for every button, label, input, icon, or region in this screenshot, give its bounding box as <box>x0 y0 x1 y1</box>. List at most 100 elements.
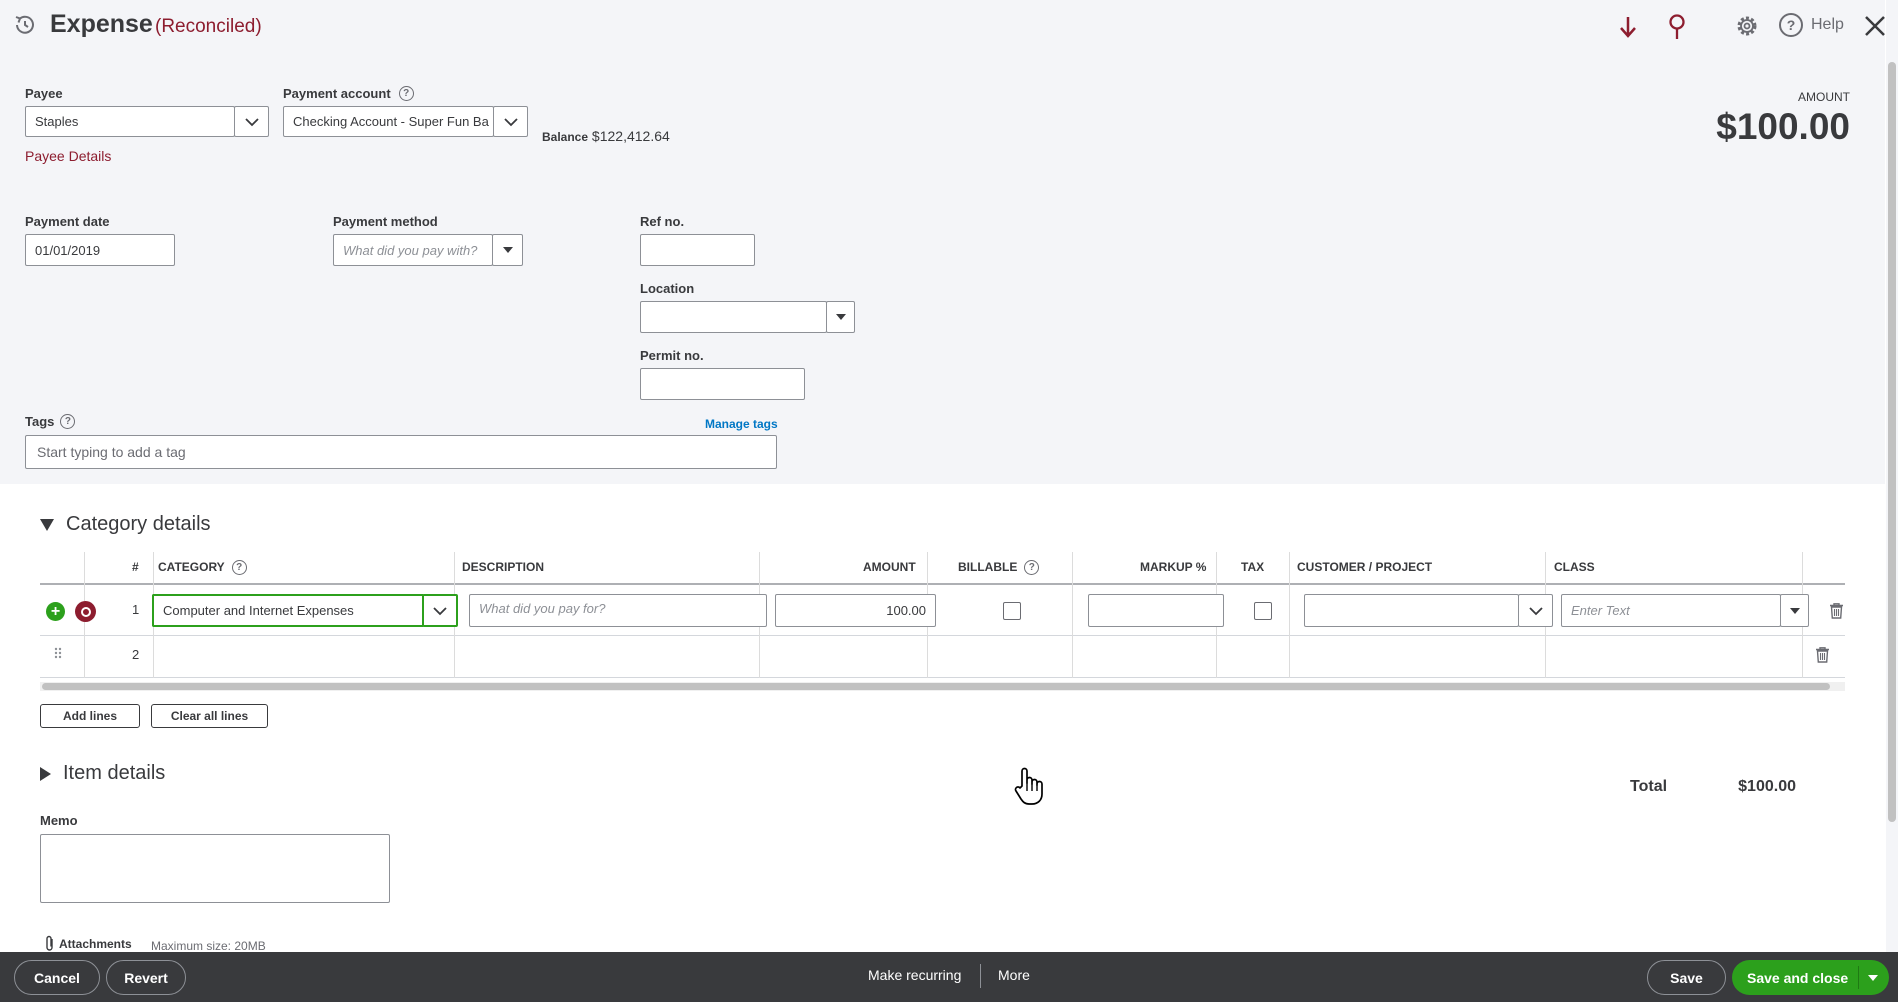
payment-date-input[interactable]: 01/01/2019 <box>25 234 175 266</box>
class-dropdown-button[interactable] <box>1780 594 1809 627</box>
help-label: Help <box>1811 16 1844 33</box>
total-value: $100.00 <box>1738 778 1796 795</box>
help-icon[interactable]: ? <box>231 559 247 575</box>
category-dropdown-button[interactable] <box>422 594 458 627</box>
balance-label: Balance <box>542 130 589 144</box>
tax-checkbox[interactable] <box>1254 602 1272 620</box>
permit-no-label: Permit no. <box>640 348 704 363</box>
payee-details-link[interactable]: Payee Details <box>25 148 111 164</box>
record-icon[interactable] <box>75 601 96 622</box>
close-icon[interactable] <box>1863 14 1887 38</box>
payment-method-input[interactable]: What did you pay with? <box>333 234 493 266</box>
permit-no-input[interactable] <box>640 368 805 400</box>
class-placeholder: Enter Text <box>1571 603 1630 618</box>
column-header-description: DESCRIPTION <box>462 560 545 574</box>
item-details-title: Item details <box>63 762 166 784</box>
chevron-down-icon <box>433 606 447 615</box>
save-button[interactable]: Save <box>1647 960 1726 995</box>
help-icon[interactable]: ? <box>398 86 414 101</box>
item-details-toggle[interactable]: Item details <box>40 762 165 785</box>
payee-dropdown-button[interactable] <box>234 106 269 137</box>
trash-icon[interactable] <box>1830 603 1843 619</box>
save-options-caret-icon[interactable] <box>1868 975 1878 981</box>
column-header-category-text: CATEGORY <box>158 560 225 574</box>
caret-down-icon <box>835 314 846 320</box>
help-icon[interactable]: ? <box>1024 559 1040 575</box>
caret-down-icon <box>502 247 513 253</box>
customer-project-dropdown-button[interactable] <box>1518 594 1553 627</box>
caret-down-icon <box>1789 607 1800 614</box>
clear-all-lines-button[interactable]: Clear all lines <box>151 704 268 728</box>
payment-account-label-text: Payment account <box>283 86 391 101</box>
status-label: (Reconciled) <box>155 16 262 37</box>
save-and-close-label: Save and close <box>1747 969 1849 986</box>
location-input[interactable] <box>640 301 827 333</box>
help-icon[interactable]: ? <box>60 414 76 429</box>
column-header-category: CATEGORY ? <box>158 552 247 582</box>
payment-method-dropdown-button[interactable] <box>492 234 523 266</box>
drag-handle-icon[interactable] <box>53 647 65 661</box>
add-row-icon[interactable]: + <box>46 602 65 621</box>
scrollbar-thumb[interactable] <box>1888 62 1896 822</box>
amount-input[interactable]: 100.00 <box>775 594 936 627</box>
help-button[interactable]: ? Help <box>1779 13 1844 37</box>
payment-method-placeholder: What did you pay with? <box>343 242 478 258</box>
memo-label: Memo <box>40 813 78 828</box>
revert-button[interactable]: Revert <box>106 960 186 995</box>
scrollbar-thumb[interactable] <box>42 683 1830 690</box>
hand-cursor-icon <box>1013 766 1047 806</box>
payment-account-input[interactable]: Checking Account - Super Fun Ba <box>283 106 494 137</box>
customer-project-input[interactable] <box>1304 594 1519 627</box>
column-header-markup: MARKUP % <box>1140 560 1207 574</box>
total-label: Total <box>1630 778 1668 795</box>
triangle-down-icon <box>40 518 54 531</box>
tags-label: Tags ? <box>25 414 76 429</box>
download-arrow-icon[interactable] <box>1616 14 1640 40</box>
ref-no-input[interactable] <box>640 234 755 266</box>
billable-checkbox[interactable] <box>1003 602 1021 620</box>
description-input[interactable]: What did you pay for? <box>469 594 767 627</box>
category-details-title: Category details <box>66 513 211 535</box>
more-button[interactable]: More <box>998 967 1030 983</box>
column-header-billable: BILLABLE ? <box>958 552 1040 582</box>
column-header-class: CLASS <box>1554 560 1595 574</box>
markup-input[interactable] <box>1088 594 1224 627</box>
trash-icon[interactable] <box>1816 647 1829 663</box>
triangle-right-icon <box>40 766 51 781</box>
column-header-amount: AMOUNT <box>863 560 916 574</box>
balance-display: Balance $122,412.64 <box>542 128 670 144</box>
save-and-close-button[interactable]: Save and close <box>1732 960 1889 995</box>
attachments-max-size: Maximum size: 20MB <box>151 939 266 953</box>
history-icon[interactable] <box>12 12 38 38</box>
add-lines-button[interactable]: Add lines <box>40 704 140 728</box>
balance-value: $122,412.64 <box>591 128 670 144</box>
category-details-toggle[interactable]: Category details <box>40 513 211 536</box>
row-number: 1 <box>132 602 140 617</box>
row-number: 2 <box>132 647 140 662</box>
page-title: Expense <box>50 10 153 38</box>
column-header-num: # <box>132 560 139 574</box>
table-horizontal-scrollbar[interactable] <box>40 682 1845 691</box>
column-header-customer: CUSTOMER / PROJECT <box>1297 560 1433 574</box>
payee-input[interactable]: Staples <box>25 106 235 137</box>
page-vertical-scrollbar[interactable] <box>1886 0 1898 952</box>
location-dropdown-button[interactable] <box>826 301 855 333</box>
attachments-label: Attachments <box>59 936 132 951</box>
category-input[interactable]: Computer and Internet Expenses <box>152 594 423 627</box>
amount-summary-value: $100.00 <box>1716 106 1850 147</box>
gear-icon[interactable] <box>1734 13 1760 39</box>
memo-textarea[interactable] <box>40 834 390 903</box>
manage-tags-link[interactable]: Manage tags <box>705 417 778 431</box>
chevron-down-icon <box>244 117 259 126</box>
class-input[interactable]: Enter Text <box>1561 594 1781 627</box>
tags-input[interactable]: Start typing to add a tag <box>25 435 777 469</box>
location-pin-icon[interactable] <box>1666 13 1688 41</box>
paperclip-icon <box>46 935 53 951</box>
payment-date-label: Payment date <box>25 214 110 229</box>
make-recurring-button[interactable]: Make recurring <box>868 967 961 983</box>
location-label: Location <box>640 281 695 296</box>
payment-account-dropdown-button[interactable] <box>493 106 528 137</box>
ref-no-label: Ref no. <box>640 214 685 229</box>
cancel-button[interactable]: Cancel <box>14 960 100 995</box>
attachments-button[interactable]: Attachments <box>44 935 132 952</box>
